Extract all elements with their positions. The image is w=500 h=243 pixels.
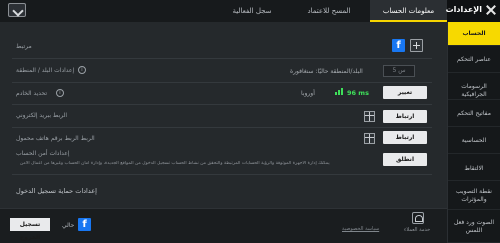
sidebar-item-sensitivity[interactable]: الحساسية: [448, 128, 500, 154]
divider: [12, 127, 432, 128]
divider: [12, 104, 432, 105]
link-phone-button[interactable]: ارتباط: [383, 131, 427, 144]
email-label: الربط ببريد إلكتروني: [16, 112, 68, 119]
top-tab-bar: معلومات الحساب المسح للاعتماد سجل الفعال…: [0, 0, 447, 22]
change-server-button[interactable]: تغيير: [383, 86, 427, 99]
server-label: تحديد الخادم: [16, 90, 48, 97]
divider: [12, 174, 432, 175]
sidebar-item-pickup[interactable]: الالتقاط: [448, 155, 500, 181]
link-email-button[interactable]: ارتباط: [383, 110, 427, 123]
account-security-desc: يمكنك إدارة الأجهزة الموثوقة والرؤية الح…: [20, 161, 330, 166]
phone-label: الربط الربط برقم هاتف محمول: [16, 135, 95, 142]
customer-service-icon[interactable]: [412, 212, 424, 224]
tab-activity-log[interactable]: سجل الفعالية: [215, 0, 289, 22]
info-icon[interactable]: i: [56, 89, 64, 97]
sidebar-header: الإعدادات: [445, 0, 500, 22]
close-icon[interactable]: [485, 4, 497, 16]
region-value: البلد/المنطقة حاليًا: سنغافورة: [290, 68, 363, 75]
login-protection-label[interactable]: إعدادات حماية تسجيل الدخول: [16, 187, 97, 195]
gift-icon: [364, 133, 375, 144]
sidebar-item-account[interactable]: الحساب: [448, 22, 500, 46]
tab-scan-approval[interactable]: المسح للاعتماد: [290, 0, 368, 22]
back-logo-icon[interactable]: [8, 3, 26, 17]
divider: [12, 82, 432, 83]
server-ping: 96 ms: [347, 89, 369, 97]
account-security-label: إعدادات أمن الحساب: [16, 150, 70, 157]
plus-icon[interactable]: [410, 39, 423, 52]
sidebar-item-control-keys[interactable]: مفاتيح التحكم: [448, 101, 500, 127]
settings-screen: معلومات الحساب المسح للاعتماد سجل الفعال…: [0, 0, 500, 243]
region-select[interactable]: 5 س: [383, 65, 415, 77]
customer-service-label[interactable]: خدمة العملاء: [404, 227, 430, 233]
facebook-icon: f: [78, 218, 91, 231]
region-label: إعدادات البلد / المنطقة: [16, 67, 75, 74]
current-label: حالي: [62, 222, 75, 229]
server-name: أوروبا: [301, 90, 315, 97]
settings-title: الإعدادات: [445, 5, 482, 14]
divider: [12, 58, 432, 59]
launch-security-button[interactable]: انطلق: [383, 153, 427, 166]
sidebar-item-sound[interactable]: الصوت ورد فعل اللمس: [448, 211, 500, 243]
sidebar-item-crosshair[interactable]: نقطة التصويب والمؤثرات: [448, 182, 500, 210]
logout-button[interactable]: تسجيل الخروج: [10, 218, 50, 241]
tab-account-info[interactable]: معلومات الحساب: [370, 0, 447, 22]
facebook-icon: f: [392, 39, 405, 52]
linked-label: مرتبط: [16, 43, 32, 50]
sidebar-item-controls[interactable]: عناصر التحكم: [448, 47, 500, 73]
sidebar-item-graphics[interactable]: الرسومات الجرافيكية: [448, 74, 500, 100]
gift-icon: [364, 111, 375, 122]
privacy-link[interactable]: سياسة الخصوصية: [342, 226, 379, 232]
signal-icon: [335, 88, 345, 95]
info-icon[interactable]: i: [78, 66, 86, 74]
